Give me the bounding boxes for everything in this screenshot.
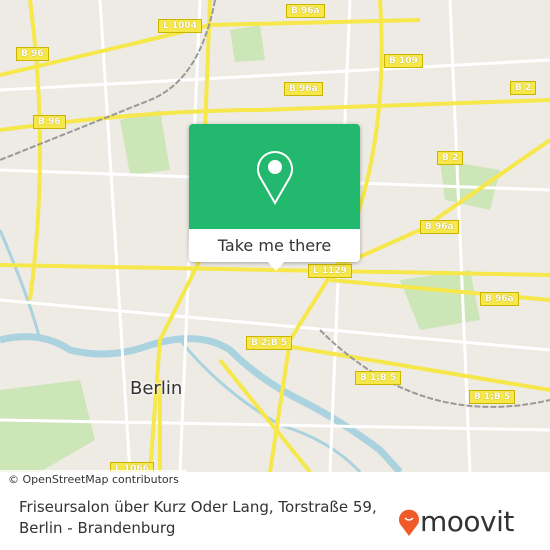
city-label: Berlin	[130, 378, 183, 399]
take-me-there-button[interactable]: Take me there	[189, 229, 360, 262]
popup: Take me there	[189, 124, 360, 262]
road-label: B 2	[437, 151, 464, 165]
road-label: L 1129	[308, 264, 352, 278]
road-label: B 1;B 5	[355, 371, 402, 385]
road-label: B 96	[33, 115, 66, 129]
road-label: B 2;B 5	[246, 336, 293, 350]
road-label: B 1;B 5	[469, 390, 516, 404]
road-label: L 1004	[158, 19, 202, 33]
road-label: B 96a	[420, 220, 459, 234]
attribution[interactable]: © OpenStreetMap contributors	[0, 470, 187, 490]
map-pin-icon	[256, 150, 293, 205]
moovit-pin-icon	[399, 509, 419, 536]
road-label: B 96a	[480, 292, 519, 306]
moovit-logo[interactable]: moovit	[398, 505, 514, 538]
road-label: B 96	[16, 47, 49, 61]
popup-header	[189, 124, 360, 229]
road-label: B 96a	[286, 4, 325, 18]
brand-name: moovit	[420, 505, 514, 538]
road-label: B 109	[384, 54, 423, 68]
road-label: B 2	[510, 81, 537, 95]
road-label: B 96a	[284, 82, 323, 96]
address-text: Friseursalon über Kurz Oder Lang, Torstr…	[19, 498, 377, 537]
popup-tail	[267, 261, 285, 271]
